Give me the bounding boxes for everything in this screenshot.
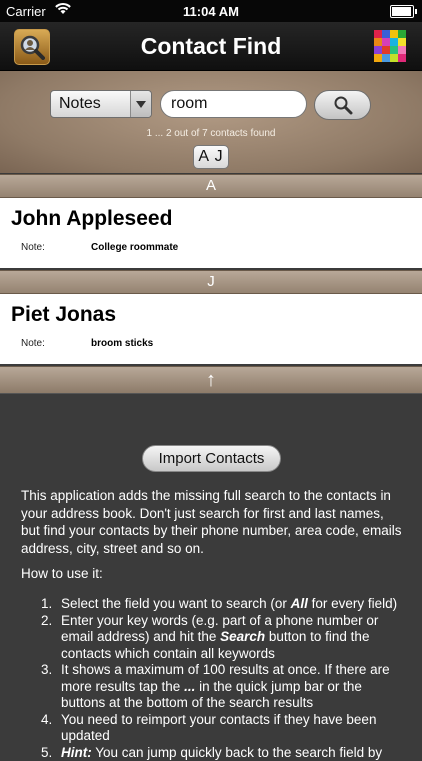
color-grid-icon[interactable]	[374, 30, 406, 62]
step-number: 5.	[41, 745, 52, 761]
note-value: broom sticks	[91, 338, 153, 349]
step-emphasis: Hint:	[61, 745, 92, 760]
step-number: 4.	[41, 712, 52, 729]
step-item: 3. It shows a maximum of 100 results at …	[21, 662, 406, 712]
field-select-value: Notes	[59, 95, 101, 113]
step-number: 2.	[41, 613, 52, 630]
page-title: Contact Find	[0, 33, 422, 60]
step-item: 1. Select the field you want to search (…	[21, 596, 406, 613]
section-header-j: J	[0, 270, 422, 294]
note-label: Note:	[21, 338, 45, 349]
import-contacts-button[interactable]: Import Contacts	[142, 445, 281, 472]
chevron-down-icon	[130, 91, 151, 117]
howto-heading: How to use it:	[21, 566, 103, 581]
contact-name: Piet Jonas	[11, 303, 116, 327]
search-icon	[333, 95, 353, 115]
note-label: Note:	[21, 242, 45, 253]
section-header-a: A	[0, 174, 422, 198]
step-emphasis: All	[291, 596, 308, 611]
contact-row[interactable]: Piet Jonas Note: broom sticks	[0, 294, 422, 364]
quick-jump-bar[interactable]: A J	[193, 145, 229, 169]
step-item: 5. Hint: You can jump quickly back to th…	[21, 745, 406, 761]
step-text: You need to reimport your contacts if th…	[61, 712, 376, 744]
search-input-value: room	[171, 95, 207, 113]
step-emphasis: ...	[184, 679, 195, 694]
status-bar: Carrier 11:04 AM	[0, 0, 422, 22]
steps-list: 1. Select the field you want to search (…	[21, 596, 406, 761]
note-value: College roommate	[91, 242, 178, 253]
scroll-to-top-button[interactable]: ↑	[0, 366, 422, 394]
field-select[interactable]: Notes	[50, 90, 152, 118]
step-text: Select the field you want to search (or	[61, 596, 291, 611]
battery-icon	[390, 5, 414, 18]
search-panel: Notes room 1 ... 2 out of 7 contacts fou…	[0, 71, 422, 173]
nav-bar: Contact Find	[0, 22, 422, 71]
status-time: 11:04 AM	[0, 4, 422, 19]
step-item: 4. You need to reimport your contacts if…	[21, 712, 406, 745]
step-emphasis: Search	[220, 629, 265, 644]
results-count: 1 ... 2 out of 7 contacts found	[0, 128, 422, 139]
step-item: 2. Enter your key words (e.g. part of a …	[21, 613, 406, 663]
contact-name: John Appleseed	[11, 207, 172, 231]
app-description: This application adds the missing full s…	[21, 487, 406, 557]
step-text: You can jump quickly back to the search …	[92, 745, 382, 760]
step-text: for every field)	[308, 596, 397, 611]
search-button[interactable]	[314, 90, 371, 120]
step-number: 1.	[41, 596, 52, 613]
info-panel: Import Contacts This application adds th…	[0, 394, 422, 750]
contact-row[interactable]: John Appleseed Note: College roommate	[0, 198, 422, 268]
step-number: 3.	[41, 662, 52, 679]
search-input[interactable]: room	[160, 90, 307, 118]
